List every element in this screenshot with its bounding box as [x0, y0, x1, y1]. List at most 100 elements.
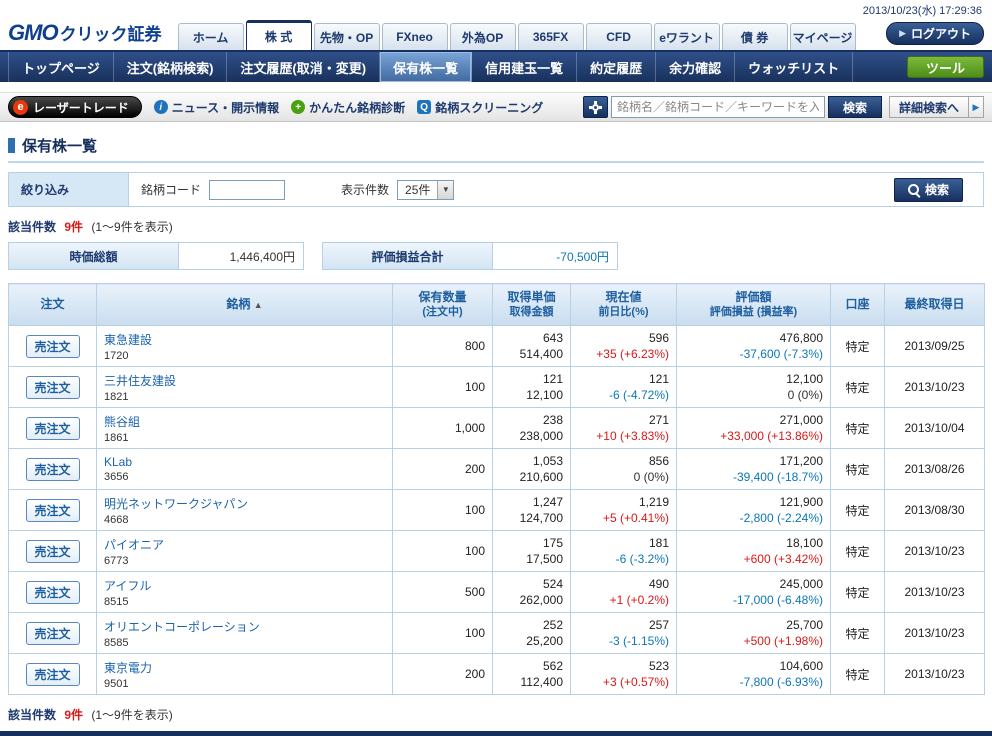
summary-row: 時価総額 1,446,400円 評価損益合計 -70,500円 [8, 242, 984, 270]
advanced-search-button[interactable]: 詳細検索へ [889, 96, 969, 118]
stock-code: 9501 [104, 678, 385, 690]
valuation-cell: 25,700+500 (+1.98%) [677, 613, 831, 654]
account-type: 特定 [831, 613, 885, 654]
tab-cfd[interactable]: CFD [586, 23, 652, 50]
stock-name-link[interactable]: パイオニア [104, 538, 164, 552]
nav-item-holdings[interactable]: 保有株一覧 [380, 52, 472, 82]
acquisition-amount: 514,400 [500, 346, 563, 362]
news-link[interactable]: i ニュース・開示情報 [154, 99, 279, 116]
stock-name-link[interactable]: 明光ネットワークジャパン [104, 497, 248, 511]
pnl-amount: 0 (0%) [684, 387, 823, 403]
tab-home[interactable]: ホーム [178, 23, 244, 50]
tab-stock[interactable]: 株 式 [246, 20, 312, 50]
col-header-account: 口座 [831, 284, 885, 326]
title-marker-icon [8, 138, 15, 153]
valuation-cell: 121,900-2,800 (-2.24%) [677, 490, 831, 531]
sell-order-button[interactable]: 売注文 [26, 458, 80, 481]
acquisition-cell: 524262,000 [493, 572, 571, 613]
tab-ewarrant[interactable]: eワラント [654, 23, 720, 50]
nav-item-order[interactable]: 注文(銘柄検索) [114, 52, 228, 82]
day-change: -6 (-4.72%) [578, 387, 669, 403]
sell-order-button[interactable]: 売注文 [26, 335, 80, 358]
pnl-amount: +33,000 (+13.86%) [684, 428, 823, 444]
acquired-date: 2013/10/23 [885, 654, 985, 695]
pnl-amount: -37,600 (-7.3%) [684, 346, 823, 362]
brand-logo-gmo: GMO [8, 20, 58, 46]
info-icon: i [154, 100, 168, 114]
account-type: 特定 [831, 449, 885, 490]
tab-fxneo[interactable]: FXneo [382, 23, 448, 50]
current-cell: 1,219+5 (+0.41%) [571, 490, 677, 531]
laser-trade-icon: e [13, 100, 28, 115]
laser-trade-button[interactable]: e レーザートレード [8, 96, 142, 118]
tool-button[interactable]: ツール [907, 56, 984, 78]
valuation-amount: 104,600 [684, 658, 823, 674]
current-cell: 596+35 (+6.23%) [571, 326, 677, 367]
nav-item-executions[interactable]: 約定履歴 [577, 52, 656, 82]
unit-price: 643 [500, 330, 563, 346]
unit-price: 238 [500, 412, 563, 428]
tab-bond[interactable]: 債 券 [722, 23, 788, 50]
sell-order-button[interactable]: 売注文 [26, 417, 80, 440]
filter-search-button[interactable]: 検索 [894, 178, 963, 202]
nav-item-toppage[interactable]: トップページ [8, 52, 114, 82]
market-value-amount: 1,446,400円 [179, 243, 303, 269]
valuation-cell: 245,000-17,000 (-6.48%) [677, 572, 831, 613]
advanced-search-arrow-icon[interactable]: ▶ [969, 96, 984, 118]
result-count-label: 該当件数 [8, 708, 56, 722]
quick-toolbar: e レーザートレード i ニュース・開示情報 + かんたん銘柄診断 Q 銘柄スク… [0, 92, 992, 122]
acquired-date: 2013/10/23 [885, 531, 985, 572]
acquisition-cell: 643514,400 [493, 326, 571, 367]
day-change: +3 (+0.57%) [578, 674, 669, 690]
sell-order-button[interactable]: 売注文 [26, 376, 80, 399]
sell-order-button[interactable]: 売注文 [26, 499, 80, 522]
tab-gaitame-op[interactable]: 外為OP [450, 23, 516, 50]
acquisition-amount: 17,500 [500, 551, 563, 567]
tab-futures-op[interactable]: 先物・OP [314, 23, 380, 50]
nav-item-margin-positions[interactable]: 信用建玉一覧 [472, 52, 577, 82]
quantity-cell: 200 [393, 449, 493, 490]
stock-code: 8515 [104, 596, 385, 608]
nav-item-buying-power[interactable]: 余力確認 [656, 52, 735, 82]
diagnosis-link[interactable]: + かんたん銘柄診断 [291, 99, 405, 116]
symbol-search-button[interactable]: 検索 [828, 96, 882, 118]
stock-name-link[interactable]: KLab [104, 455, 132, 469]
stock-name-link[interactable]: 東急建設 [104, 333, 152, 347]
stock-name-link[interactable]: 東京電力 [104, 661, 152, 675]
valuation-cell: 12,1000 (0%) [677, 367, 831, 408]
screening-link[interactable]: Q 銘柄スクリーニング [417, 99, 543, 116]
acquisition-amount: 124,700 [500, 510, 563, 526]
brand-logo-name: クリック証券 [60, 20, 162, 45]
diagnosis-label: かんたん銘柄診断 [309, 99, 405, 116]
sell-order-button[interactable]: 売注文 [26, 581, 80, 604]
valuation-cell: 171,200-39,400 (-18.7%) [677, 449, 831, 490]
market-value-label: 時価総額 [9, 243, 179, 269]
stock-name-link[interactable]: 熊谷組 [104, 415, 140, 429]
nav-item-order-history[interactable]: 注文履歴(取消・変更) [227, 52, 380, 82]
col-header-current: 現在値前日比(%) [571, 284, 677, 326]
magnifier-icon [908, 184, 920, 196]
valuation-cell: 271,000+33,000 (+13.86%) [677, 408, 831, 449]
sell-order-button[interactable]: 売注文 [26, 540, 80, 563]
search-settings-button[interactable] [583, 96, 608, 118]
col-header-quantity: 保有数量(注文中) [393, 284, 493, 326]
nav-item-watchlist[interactable]: ウォッチリスト [735, 52, 853, 82]
symbol-search-input[interactable] [611, 96, 825, 118]
tab-mypage[interactable]: マイページ [790, 23, 856, 50]
logout-button[interactable]: ▶ ログアウト [886, 22, 984, 45]
col-header-symbol[interactable]: 銘柄 ▲ [97, 284, 393, 326]
brand-logo[interactable]: GMO クリック証券 [8, 20, 162, 46]
sell-order-button[interactable]: 売注文 [26, 622, 80, 645]
stock-name-link[interactable]: 三井住友建設 [104, 374, 176, 388]
stock-name-link[interactable]: アイフル [104, 579, 151, 593]
display-count-select[interactable]: 25件 ▼ [397, 180, 454, 200]
tab-365fx[interactable]: 365FX [518, 23, 584, 50]
acquisition-amount: 112,400 [500, 674, 563, 690]
pnl-total-amount: -70,500円 [493, 243, 617, 269]
current-price: 1,219 [578, 494, 669, 510]
sell-order-button[interactable]: 売注文 [26, 663, 80, 686]
code-filter-input[interactable] [209, 180, 285, 200]
account-type: 特定 [831, 326, 885, 367]
stock-name-link[interactable]: オリエントコーポレーション [104, 620, 260, 634]
screening-icon: Q [417, 100, 431, 114]
